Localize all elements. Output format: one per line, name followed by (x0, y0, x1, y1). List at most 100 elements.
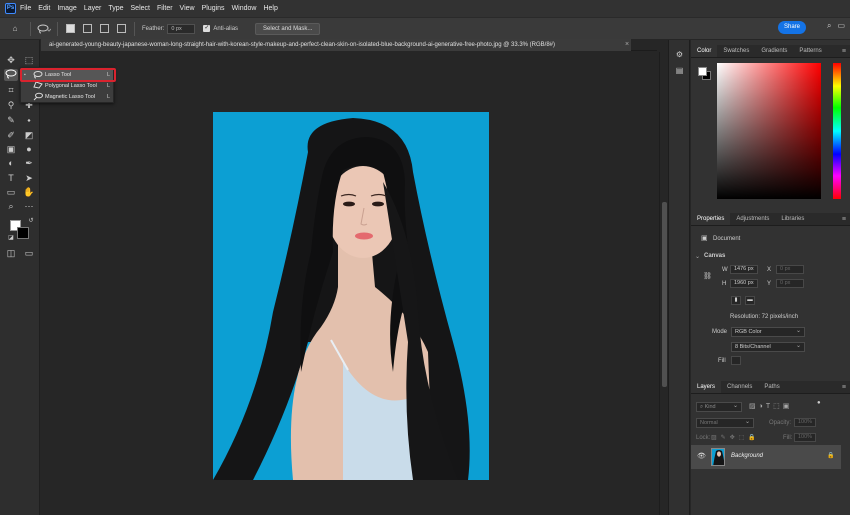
link-icon[interactable]: ⛓ (703, 272, 712, 280)
canvas-area[interactable] (41, 52, 659, 515)
subtract-selection-icon[interactable] (100, 24, 109, 33)
tab-adjustments[interactable]: Adjustments (730, 213, 775, 225)
brush-tool-icon[interactable]: ✎ (4, 114, 18, 126)
right-panels: Color Swatches Gradients Patterns ≡ Prop… (691, 40, 850, 515)
tab-libraries[interactable]: Libraries (775, 213, 810, 225)
path-select-tool-icon[interactable]: ➤ (22, 172, 36, 184)
move-tool-icon[interactable]: ✥ (4, 54, 18, 66)
workspace-icon[interactable]: ▭ (837, 21, 845, 31)
screen-mode-icon[interactable]: ▭ (22, 247, 36, 259)
menu-select[interactable]: Select (131, 5, 150, 12)
close-tab-icon[interactable]: × (625, 39, 629, 51)
feather-label: Feather: (142, 25, 165, 32)
tab-layers[interactable]: Layers (691, 381, 722, 393)
anti-alias-checkbox[interactable]: ✓ (203, 25, 211, 32)
comments-panel-icon[interactable]: ▤ (674, 66, 685, 76)
menu-view[interactable]: View (180, 5, 195, 12)
pen-tool-icon[interactable]: ✒ (22, 157, 36, 169)
share-button[interactable]: Share (778, 21, 806, 34)
scrollbar-thumb[interactable] (662, 202, 667, 387)
rectangle-tool-icon[interactable]: ▭ (4, 186, 18, 198)
color-panel-tabs: Color Swatches Gradients Patterns ≡ (691, 45, 850, 58)
document-tab[interactable]: ai-generated-young-beauty-japanese-woman… (41, 39, 631, 51)
portrait-orientation-icon[interactable]: ▮ (731, 296, 741, 305)
lasso-preset-icon[interactable] (35, 21, 53, 37)
menu-type[interactable]: Type (108, 5, 123, 12)
hand-tool-icon[interactable]: ✋ (22, 186, 36, 198)
eraser-tool-icon[interactable]: ◩ (22, 129, 36, 141)
menu-help[interactable]: Help (263, 5, 277, 12)
crop-tool-icon[interactable]: ⌗ (4, 84, 18, 96)
menu-filter[interactable]: Filter (157, 5, 173, 12)
tab-gradients[interactable]: Gradients (755, 45, 793, 57)
blend-mode-select[interactable]: Normal (696, 418, 754, 428)
portrait-photo[interactable] (213, 112, 489, 480)
document-icon: ▣ (701, 235, 708, 242)
menu-edit[interactable]: Edit (38, 5, 50, 12)
hue-slider[interactable] (833, 63, 841, 199)
default-colors-icon[interactable]: ◪ (4, 232, 18, 244)
feather-input[interactable]: 0 px (167, 23, 196, 34)
new-selection-icon[interactable] (66, 24, 75, 33)
menu-window[interactable]: Window (232, 5, 257, 12)
type-tool-icon[interactable]: T (4, 172, 18, 184)
kind-label: Kind (704, 404, 716, 410)
height-input[interactable]: 1960 px (730, 279, 758, 288)
magnetic-lasso-tool-item[interactable]: Magnetic Lasso Tool L (21, 92, 113, 103)
color-mode-select[interactable]: RGB Color (731, 327, 805, 337)
history-panel-icon[interactable]: ⚙ (674, 50, 685, 60)
more-tools-icon[interactable]: ⋯ (22, 200, 36, 212)
opacity-input[interactable]: 100% (794, 418, 816, 427)
filter-toggle-icon[interactable]: ● (817, 400, 821, 406)
blur-tool-icon[interactable]: ● (22, 143, 36, 155)
lasso-tool-icon[interactable] (4, 69, 18, 81)
select-and-mask-button[interactable]: Select and Mask... (255, 22, 321, 35)
panel-menu-icon[interactable]: ≡ (842, 213, 846, 225)
eyedropper-tool-icon[interactable]: ⚲ (4, 99, 18, 111)
history-brush-tool-icon[interactable]: ✐ (4, 129, 18, 141)
visibility-eye-icon[interactable]: 👁 (697, 452, 706, 460)
layer-filter-icons[interactable]: ▨◑T⬚▣ (749, 402, 792, 410)
add-selection-icon[interactable] (83, 24, 92, 33)
intersect-selection-icon[interactable] (117, 24, 126, 33)
color-picker-field[interactable] (717, 63, 821, 199)
tab-patterns[interactable]: Patterns (793, 45, 827, 57)
zoom-tool-icon[interactable]: ⌕ (4, 200, 18, 212)
bit-depth-select[interactable]: 8 Bits/Channel (731, 342, 805, 352)
menu-plugins[interactable]: Plugins (202, 5, 225, 12)
marquee-tool-icon[interactable]: ⬚ (22, 54, 36, 66)
panel-menu-icon[interactable]: ≡ (842, 45, 846, 57)
search-icon[interactable]: ⌕ (827, 21, 831, 31)
dodge-tool-icon[interactable]: ◐ (4, 157, 18, 169)
tab-properties[interactable]: Properties (691, 213, 731, 225)
panel-menu-icon[interactable]: ≡ (842, 381, 846, 393)
tab-color[interactable]: Color (691, 45, 718, 57)
fill-input[interactable]: 100% (794, 433, 816, 442)
landscape-orientation-icon[interactable]: ▬ (745, 296, 755, 305)
polygonal-lasso-tool-item[interactable]: Polygonal Lasso Tool L (21, 81, 113, 92)
photoshop-logo: Ps (5, 3, 16, 14)
tab-channels[interactable]: Channels (721, 381, 758, 393)
width-input[interactable]: 1476 px (730, 265, 758, 274)
foreground-swatch[interactable] (698, 67, 707, 76)
layer-kind-filter[interactable]: ⌕ Kind (696, 402, 742, 412)
menu-image[interactable]: Image (57, 5, 76, 12)
menu-file[interactable]: File (20, 5, 31, 12)
lock-icons[interactable]: ▨✎✥⬚🔒 (711, 434, 760, 441)
quick-mask-icon[interactable]: ◫ (4, 247, 18, 259)
menu-layer[interactable]: Layer (84, 5, 102, 12)
gradient-tool-icon[interactable]: ▣ (4, 143, 18, 155)
options-right-icons: ⌕ ▭ (827, 21, 845, 31)
home-icon[interactable]: ⌂ (4, 21, 26, 37)
y-input[interactable]: 0 px (776, 279, 804, 288)
tab-paths[interactable]: Paths (758, 381, 785, 393)
chevron-down-icon[interactable]: ⌄ (695, 253, 700, 260)
canvas-vertical-scrollbar[interactable] (659, 52, 668, 515)
fill-swatch[interactable] (731, 356, 741, 365)
x-input[interactable]: 0 px (776, 265, 804, 274)
clone-stamp-tool-icon[interactable]: ⬩ (22, 114, 36, 126)
layer-row[interactable]: 👁 Background 🔒 (691, 445, 841, 469)
swap-colors-icon[interactable]: ↺ (24, 215, 38, 227)
background-color-swatch[interactable] (17, 227, 29, 239)
tab-swatches[interactable]: Swatches (717, 45, 755, 57)
